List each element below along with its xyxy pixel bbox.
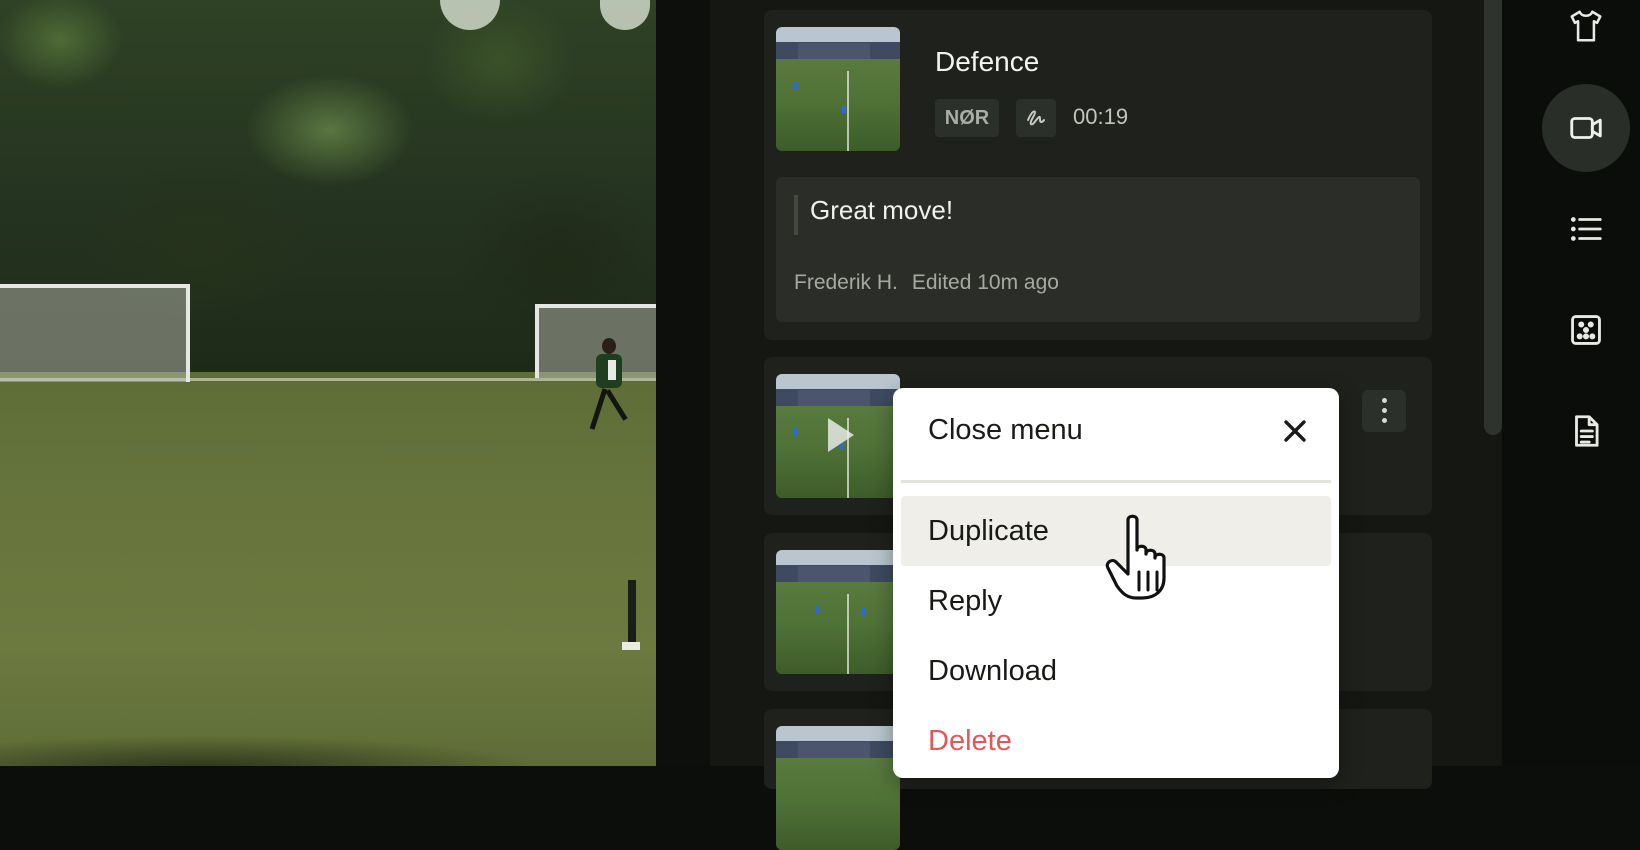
clip-comment[interactable]: Great move! Frederik H. Edited 10m ago	[776, 177, 1420, 322]
video-pitch	[0, 372, 656, 766]
team-tag: NØR	[935, 99, 999, 137]
dice-formation-icon[interactable]	[1542, 286, 1630, 374]
video-shadow	[0, 728, 656, 766]
clip-title: Defence	[935, 46, 1040, 77]
clip-thumbnail[interactable]	[776, 27, 900, 151]
comment-quote-bar	[794, 195, 798, 235]
menu-item-label: Duplicate	[928, 514, 1049, 547]
scribble-icon	[1016, 99, 1056, 137]
clip-thumbnail[interactable]	[776, 374, 900, 498]
menu-divider	[901, 480, 1331, 483]
menu-item-label: Reply	[928, 584, 1003, 617]
play-icon[interactable]	[828, 418, 854, 452]
list-icon[interactable]	[1542, 185, 1630, 273]
close-icon[interactable]	[1278, 414, 1312, 448]
hand-pointer-cursor-icon	[1104, 512, 1188, 602]
list-scrollbar[interactable]	[1484, 0, 1502, 435]
clip-thumbnail[interactable]	[776, 550, 900, 674]
video-goal-left	[0, 284, 190, 382]
clip-thumbnail[interactable]	[776, 726, 900, 850]
menu-item-label: Download	[928, 654, 1057, 687]
comment-author: Frederik H.	[794, 271, 898, 294]
menu-title[interactable]: Close menu	[928, 414, 1083, 447]
comment-meta: Frederik H. Edited 10m ago	[794, 271, 1059, 295]
comment-text: Great move!	[810, 195, 954, 225]
menu-item-download[interactable]: Download	[901, 636, 1331, 706]
video-camera-icon[interactable]	[1542, 84, 1630, 172]
clip-duration: 00:19	[1073, 104, 1129, 129]
comment-edited: Edited 10m ago	[911, 271, 1059, 294]
menu-item-label: Delete	[928, 724, 1012, 757]
document-icon[interactable]	[1542, 387, 1630, 475]
video-player[interactable]	[0, 0, 656, 766]
more-options-button[interactable]	[1362, 390, 1406, 432]
